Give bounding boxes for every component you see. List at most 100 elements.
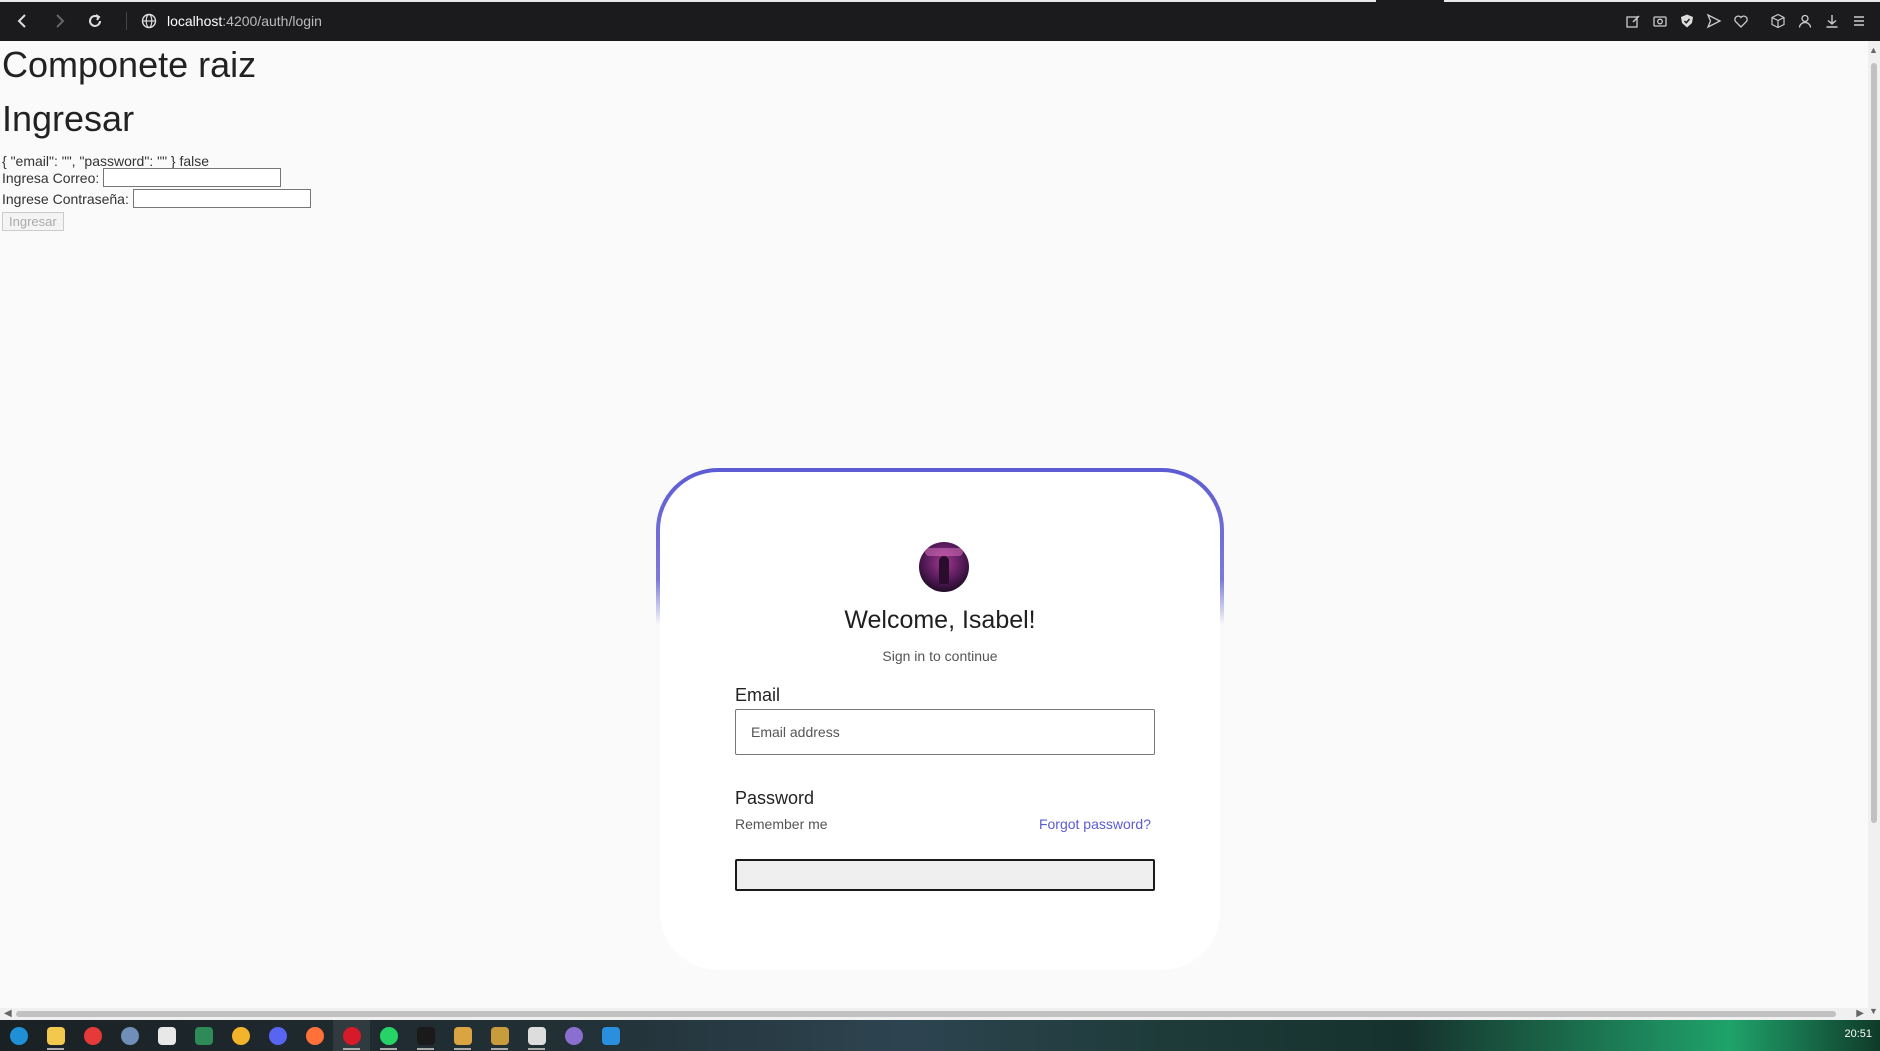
raw-email-label: Ingresa Correo: xyxy=(2,169,100,186)
raw-submit-button[interactable]: Ingresar xyxy=(2,212,64,231)
opera-icon xyxy=(342,1026,361,1045)
scroll-right-arrow-icon[interactable]: ▶ xyxy=(1856,1008,1864,1019)
horizontal-scrollbar[interactable]: ◀ ▶ xyxy=(0,1008,1868,1020)
scroll-left-arrow-icon[interactable]: ◀ xyxy=(4,1008,12,1019)
avatar-figure xyxy=(939,556,949,584)
edit-page-button[interactable] xyxy=(1620,8,1646,34)
password-label: Password xyxy=(735,788,815,808)
tab-strip-line xyxy=(0,0,1376,2)
forgot-password-link[interactable]: Forgot password? xyxy=(1039,816,1151,832)
shield-button[interactable] xyxy=(1674,8,1700,34)
hamburger-menu-icon xyxy=(1854,15,1864,26)
intellij-icon xyxy=(416,1026,435,1045)
root-component-title: Componete raiz xyxy=(2,44,257,85)
reload-icon xyxy=(89,13,101,27)
red-app-icon xyxy=(83,1026,102,1045)
send-icon xyxy=(1706,13,1722,28)
taskbar-app-whatsapp[interactable] xyxy=(370,1020,407,1051)
user-icon xyxy=(1798,14,1812,28)
taskbar-app-chrome[interactable] xyxy=(222,1020,259,1051)
box-app-icon xyxy=(453,1026,472,1045)
globe-icon xyxy=(141,13,157,28)
downloads-button[interactable] xyxy=(1819,8,1845,34)
menu-button[interactable] xyxy=(1846,8,1872,34)
raw-email-row: Ingresa Correo: xyxy=(2,168,282,187)
remember-me-label[interactable]: Remember me xyxy=(735,816,828,832)
github-icon xyxy=(564,1026,583,1045)
login-heading: Ingresar xyxy=(2,98,135,139)
address-bar[interactable]: localhost:4200/auth/login xyxy=(126,11,322,30)
send-button[interactable] xyxy=(1701,8,1727,34)
toolbar-actions xyxy=(1619,0,1872,41)
taskbar-app-firefox[interactable] xyxy=(296,1020,333,1051)
sign-in-button[interactable] xyxy=(735,859,1155,891)
web-app-icon xyxy=(120,1026,139,1045)
forward-arrow-icon xyxy=(56,13,65,28)
taskbar-app-box-app[interactable] xyxy=(444,1020,481,1051)
cube-icon xyxy=(1771,13,1785,28)
taskbar-app-intellij[interactable] xyxy=(407,1020,444,1051)
shield-icon xyxy=(1681,14,1693,27)
whatsapp-icon xyxy=(379,1026,398,1045)
raw-email-input[interactable] xyxy=(103,168,282,187)
discord-icon xyxy=(268,1026,287,1045)
taskbar-app-league[interactable] xyxy=(481,1020,518,1051)
profile-button[interactable] xyxy=(1792,8,1818,34)
horizontal-scroll-thumb[interactable] xyxy=(16,1011,1836,1017)
login-card-border: Welcome, Isabel! Sign in to continue Ema… xyxy=(656,468,1224,974)
reload-button[interactable] xyxy=(78,4,112,38)
form-debug-output: { "email": "", "password": "" } false xyxy=(2,153,210,169)
raw-password-label: Ingrese Contraseña: xyxy=(2,190,129,207)
url-text[interactable]: localhost:4200/auth/login xyxy=(167,13,322,29)
raw-password-input[interactable] xyxy=(132,189,311,208)
browser-toolbar: localhost:4200/auth/login xyxy=(0,0,1880,41)
chrome-icon xyxy=(231,1026,250,1045)
scroll-up-arrow-icon[interactable]: ▲ xyxy=(1869,45,1878,55)
windows-taskbar xyxy=(0,1020,1880,1051)
heart-icon xyxy=(1734,14,1748,28)
separator xyxy=(126,11,127,30)
raw-password-row: Ingrese Contraseña: xyxy=(2,189,311,208)
vertical-scrollbar[interactable]: ▲ ▼ xyxy=(1868,41,1880,1020)
edit-icon xyxy=(1626,14,1640,28)
email-field[interactable] xyxy=(735,709,1155,755)
extensions-button[interactable] xyxy=(1765,8,1791,34)
league-icon xyxy=(490,1026,509,1045)
taskbar-app-discord[interactable] xyxy=(259,1020,296,1051)
url-path: :4200/auth/login xyxy=(222,12,322,29)
taskbar-app-vscode[interactable] xyxy=(592,1020,629,1051)
login-card: Welcome, Isabel! Sign in to continue Ema… xyxy=(660,472,1220,970)
forward-button[interactable] xyxy=(42,4,76,38)
email-label: Email xyxy=(735,685,781,705)
vscode-icon xyxy=(601,1026,620,1045)
taskbar-app-opera[interactable] xyxy=(333,1020,370,1051)
taskbar-app-green-app[interactable] xyxy=(185,1020,222,1051)
sign-in-subtitle: Sign in to continue xyxy=(882,648,998,664)
taskbar-app-github[interactable] xyxy=(555,1020,592,1051)
taskbar-clock[interactable]: 20:51 xyxy=(1844,1028,1872,1040)
back-button[interactable] xyxy=(6,4,40,38)
firefox-icon xyxy=(305,1026,324,1045)
download-icon xyxy=(1826,14,1838,28)
edge-icon xyxy=(9,1026,28,1045)
avatar xyxy=(919,542,969,592)
back-arrow-icon xyxy=(17,13,26,28)
vertical-scroll-thumb[interactable] xyxy=(1871,63,1877,823)
avatar-glow xyxy=(925,548,963,556)
taskbar-app-file-explorer[interactable] xyxy=(37,1020,74,1051)
favorites-button[interactable] xyxy=(1728,8,1754,34)
page-viewport: Componete raiz Ingresar { "email": "", "… xyxy=(0,41,1868,1020)
file-explorer-icon xyxy=(46,1026,65,1045)
taskbar-app-edge[interactable] xyxy=(0,1020,37,1051)
taskbar-app-controller[interactable] xyxy=(518,1020,555,1051)
scroll-down-arrow-icon[interactable]: ▼ xyxy=(1869,1006,1878,1016)
controller-icon xyxy=(527,1026,546,1045)
welcome-heading: Welcome, Isabel! xyxy=(844,606,1036,634)
snapshot-button[interactable] xyxy=(1647,8,1673,34)
taskbar-app-red-app[interactable] xyxy=(74,1020,111,1051)
taskbar-app-web-app[interactable] xyxy=(111,1020,148,1051)
camera-icon xyxy=(1653,15,1667,27)
green-app-icon xyxy=(194,1026,213,1045)
url-host: localhost xyxy=(167,12,223,29)
taskbar-app-notepad[interactable] xyxy=(148,1020,185,1051)
